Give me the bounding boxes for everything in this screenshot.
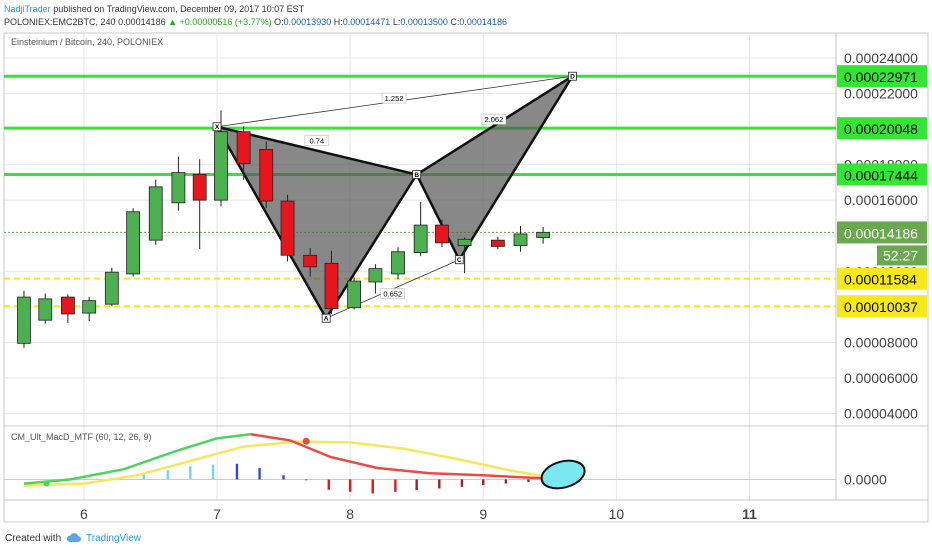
x-tick-label: 11 — [742, 506, 757, 522]
candle-body — [536, 231, 551, 238]
price-chart[interactable]: X A B C D 0.74 1.252 2.062 0.652 0.00004000 0.000… — [0, 32, 932, 526]
candle-body — [60, 296, 75, 315]
change-value: ▲ +0.00000516 (+3.77%) — [168, 17, 272, 27]
macd-histogram-bar — [95, 478, 99, 480]
price-tag-text: 0.00020048 — [844, 121, 918, 137]
macd-histogram-bar — [371, 479, 374, 494]
last-price-tag-text: 0.00014186 — [844, 225, 918, 241]
candle-body — [192, 173, 207, 201]
header: NadjiTrader published on TradingView.com… — [0, 0, 932, 32]
candle-body — [259, 149, 274, 202]
footer: Created with TradingView — [0, 526, 932, 550]
candle-body — [38, 298, 53, 321]
macd-cross-marker-down — [302, 437, 310, 445]
macd-histogram-bar — [282, 475, 285, 480]
open-value: 0.00013930 — [283, 17, 332, 27]
high-label: H: — [333, 17, 343, 27]
tradingview-brand[interactable]: TradingView — [86, 533, 141, 544]
low-value: 0.00013500 — [400, 17, 448, 27]
candle-body — [148, 186, 163, 241]
author-link[interactable]: NadjiTrader — [4, 4, 51, 14]
price-tag-text: 0.00010037 — [844, 299, 918, 315]
cloud-icon — [66, 533, 81, 542]
macd-histogram-bar — [504, 479, 508, 484]
y-tick-label: 0.00024000 — [844, 50, 918, 66]
macd-histogram-bar — [394, 479, 397, 492]
macd-cross-marker-up — [43, 480, 50, 487]
point-label-A: A — [324, 316, 329, 323]
symbol-label: POLONIEX:EMC2BTC, 240 — [4, 17, 116, 27]
y-tick-label: 0.00008000 — [844, 334, 918, 350]
candle-body — [435, 224, 449, 244]
y-tick-label: 0.00016000 — [844, 192, 918, 208]
candle-body — [303, 254, 318, 268]
chart-title: Einsteinium / Bitcoin, 240, POLONIEX — [11, 37, 163, 47]
candle-body — [214, 131, 228, 201]
candle-body — [324, 262, 339, 310]
candle-body — [17, 296, 31, 344]
x-tick-label: 7 — [213, 506, 221, 522]
symbol-info-line: POLONIEX:EMC2BTC, 240 0.00014186 ▲ +0.00… — [4, 16, 507, 28]
price-tag-text: 0.00017444 — [844, 167, 918, 183]
macd-histogram-bar — [327, 479, 331, 490]
ratio-label: 2.062 — [484, 115, 503, 124]
ratio-label: 1.252 — [385, 94, 404, 103]
x-tick-label: 6 — [80, 506, 88, 522]
x-tick-label: 9 — [479, 506, 487, 522]
candle-body — [391, 251, 405, 275]
created-with-text: Created with — [5, 533, 62, 544]
publish-line: NadjiTrader published on TradingView.com… — [4, 3, 304, 15]
macd-histogram-bar — [258, 467, 261, 480]
candle-body — [490, 239, 505, 247]
candle-body — [171, 172, 186, 204]
macd-histogram-bar — [348, 479, 352, 492]
macd-histogram-bar — [415, 479, 418, 491]
macd-histogram-bar — [235, 463, 239, 480]
candle-body — [236, 131, 251, 165]
macd-histogram-bar — [460, 479, 464, 487]
price-tag-text: 0.00022971 — [844, 69, 918, 85]
x-tick-label: 8 — [346, 506, 354, 522]
point-label-X: X — [215, 124, 220, 131]
candle-body — [347, 280, 362, 309]
indicator-zero-label: 0.0000 — [844, 471, 887, 487]
high-value: 0.00014471 — [342, 17, 391, 27]
candle-body — [368, 268, 383, 283]
macd-histogram-bar — [438, 479, 441, 489]
published-text: published on TradingView.com, December 0… — [50, 4, 305, 14]
candle-body — [513, 233, 528, 246]
candle-body — [280, 200, 295, 256]
countdown-text: 52:27 — [883, 247, 918, 263]
price-tag-text: 0.00011584 — [844, 272, 917, 288]
candle-body — [82, 300, 97, 314]
y-tick-label: 0.00022000 — [844, 85, 918, 101]
candle-body — [413, 224, 428, 254]
candle-body — [457, 238, 472, 246]
macd-histogram-bar — [482, 479, 485, 486]
macd-histogram-bar — [304, 479, 308, 481]
x-tick-label: 10 — [609, 506, 625, 522]
point-label-C: C — [457, 257, 462, 264]
y-tick-label: 0.00004000 — [844, 406, 918, 422]
close-value: 0.00014186 — [459, 17, 507, 27]
candle-body — [104, 271, 119, 305]
macd-histogram-bar — [189, 466, 192, 480]
last-price-value: 0.00014186 — [118, 17, 166, 27]
macd-histogram-bar — [166, 470, 169, 480]
macd-histogram-bar — [527, 479, 530, 482]
point-label-B: B — [414, 172, 419, 179]
point-label-D: D — [570, 74, 575, 81]
chart-frame — [3, 32, 929, 523]
ratio-label: 0.74 — [310, 137, 325, 146]
indicator-title: CM_Ult_MacD_MTF (60, 12, 26, 9) — [11, 432, 152, 442]
ratio-label: 0.652 — [383, 290, 402, 299]
y-tick-label: 0.00006000 — [844, 370, 918, 386]
candle-body — [126, 211, 141, 275]
open-label: O: — [274, 17, 284, 27]
macd-histogram-bar — [211, 464, 215, 480]
